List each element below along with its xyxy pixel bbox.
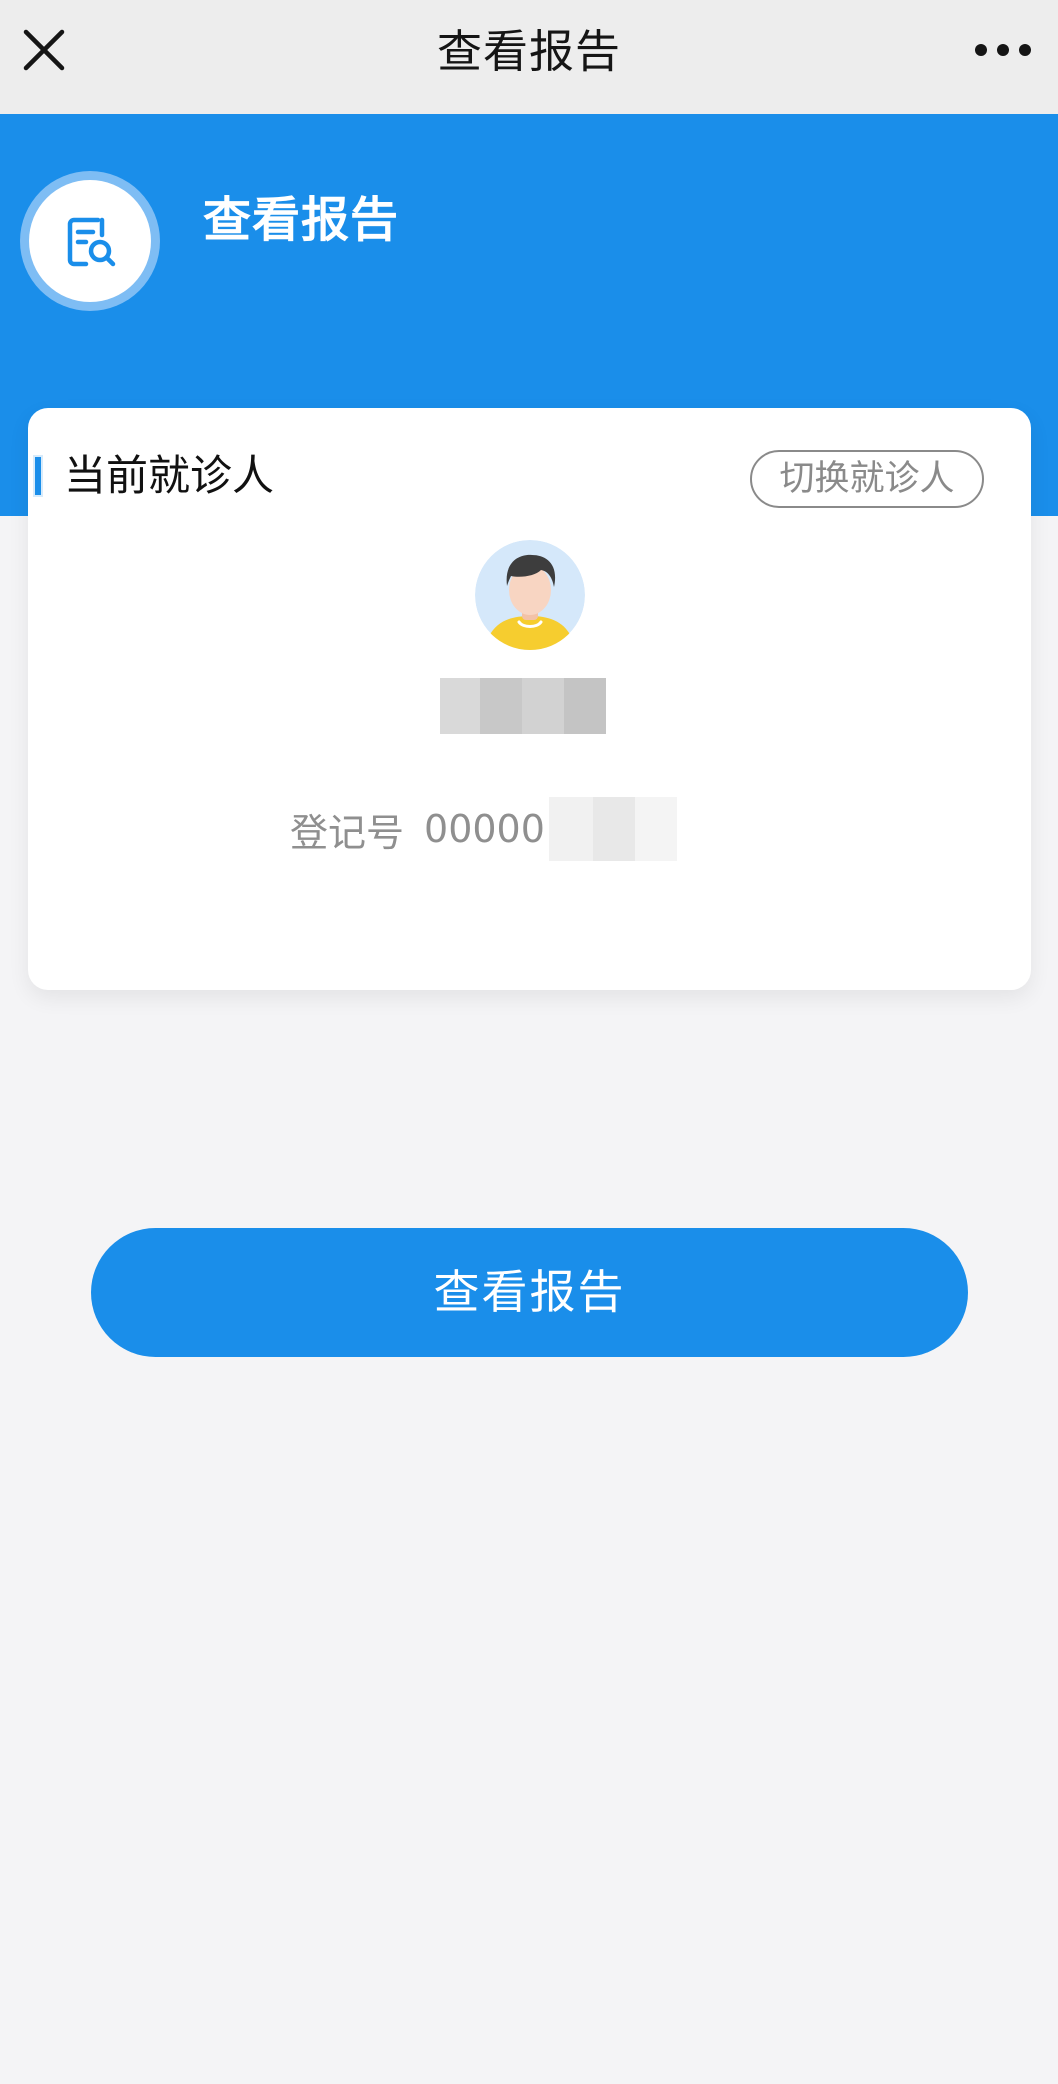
report-icon-badge	[20, 171, 160, 311]
patient-name-redacted	[440, 678, 606, 734]
section-accent-bar	[33, 455, 43, 497]
registration-number-redacted	[548, 797, 677, 861]
avatar-icon	[475, 540, 585, 650]
more-icon[interactable]	[968, 22, 1038, 78]
section-title: 当前就诊人	[64, 451, 275, 500]
registration-label: 登记号	[290, 810, 405, 855]
report-icon-background	[29, 180, 151, 302]
nav-bar: 查看报告	[0, 0, 1058, 114]
nav-title: 查看报告	[436, 25, 621, 78]
switch-patient-button[interactable]: 切换就诊人	[750, 450, 984, 508]
registration-row: 登记号 00000	[290, 794, 677, 864]
registration-number: 00000	[424, 807, 545, 851]
patient-card: 当前就诊人 切换就诊人 登记号 00000	[28, 408, 1031, 990]
report-search-icon	[67, 217, 116, 267]
view-report-button[interactable]: 查看报告	[91, 1228, 968, 1357]
header-title: 查看报告	[203, 192, 400, 248]
